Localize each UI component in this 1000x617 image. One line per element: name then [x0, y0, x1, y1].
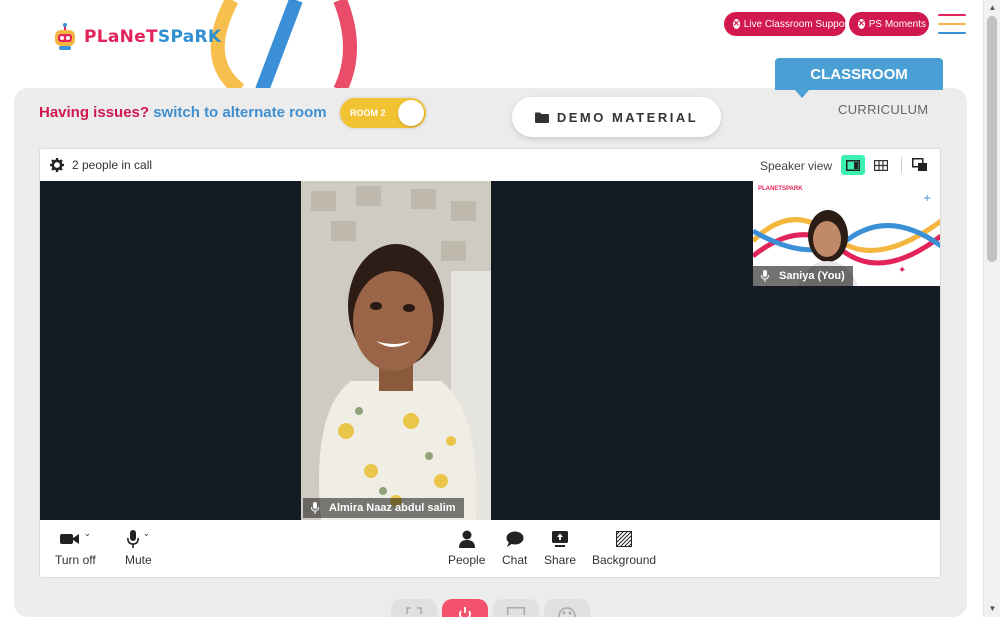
- room-toggle-label: ROOM 2: [350, 108, 386, 118]
- speaker-view-icon[interactable]: [841, 155, 865, 175]
- chat-button[interactable]: Chat: [502, 528, 527, 567]
- screen-icon: [507, 607, 525, 615]
- people-label: People: [448, 553, 486, 567]
- tab-pointer: [795, 90, 809, 98]
- people-button[interactable]: People: [448, 528, 485, 567]
- folder-icon: [534, 112, 549, 123]
- camera-toggle-button[interactable]: ⌄ Turn off: [55, 528, 96, 568]
- close-circle-icon: ✕: [858, 19, 865, 29]
- room-toggle[interactable]: ROOM 2: [340, 98, 426, 128]
- mute-label: Mute: [125, 553, 152, 567]
- call-controls-bar: ⌄ Turn off ⌄ Mute People Chat Share Back…: [40, 520, 940, 577]
- screen-share-icon: [552, 531, 569, 547]
- toolbar-divider: [901, 157, 902, 173]
- end-class-button[interactable]: [442, 599, 488, 617]
- self-participant-name-tag: Saniya (You): [753, 266, 853, 286]
- share-label: Share: [544, 553, 577, 567]
- logo-text: PLaNeTSPaRK: [84, 27, 222, 47]
- scroll-thumb[interactable]: [987, 16, 997, 262]
- call-toolbar: 2 people in call Speaker view: [40, 149, 940, 181]
- video-stage: Almira Naaz abdul salim + ✦ PLANETSPARK …: [40, 181, 940, 520]
- close-circle-icon: ✕: [733, 19, 740, 29]
- video-camera-icon: [59, 534, 79, 544]
- chat-bubble-icon: [506, 531, 524, 547]
- camera-label: Turn off: [55, 553, 96, 567]
- moments-label: PS Moments: [868, 18, 926, 30]
- picture-in-picture-icon[interactable]: [908, 155, 932, 175]
- support-label: Live Classroom Support: [743, 18, 851, 30]
- chevron-down-icon[interactable]: ⌄: [143, 528, 151, 539]
- video-call-window: 2 people in call Speaker view Almira Naa…: [39, 148, 941, 578]
- fullscreen-button[interactable]: [391, 599, 437, 617]
- toggle-knob: [398, 100, 424, 126]
- fullscreen-icon: [406, 607, 422, 614]
- ps-moments-button[interactable]: ✕ PS Moments: [849, 12, 929, 36]
- chevron-down-icon[interactable]: ⌄: [84, 528, 92, 539]
- scroll-up-icon[interactable]: ▲: [984, 2, 1000, 14]
- people-count: 2 people in call: [72, 158, 153, 172]
- self-video-tile: + ✦ PLANETSPARK Saniya (You): [753, 181, 940, 286]
- menu-hamburger-icon[interactable]: [938, 14, 966, 36]
- demo-material-label: DEMO MATERIAL: [556, 109, 699, 125]
- scroll-down-icon[interactable]: ▼: [984, 603, 1000, 615]
- tab-classroom[interactable]: CLASSROOM: [775, 58, 943, 98]
- mute-button[interactable]: ⌄ Mute: [125, 528, 152, 568]
- self-participant-name: Saniya (You): [779, 270, 845, 282]
- palette-icon: [558, 607, 576, 617]
- view-mode-label: Speaker view: [760, 159, 833, 173]
- page-scrollbar[interactable]: ▲ ▼: [983, 0, 1000, 617]
- svg-text:+: +: [923, 193, 931, 204]
- microphone-icon: [126, 530, 139, 548]
- main-participant-video: Almira Naaz abdul salim: [301, 181, 491, 520]
- background-icon: [616, 531, 633, 547]
- microphone-icon: [311, 502, 319, 514]
- gear-icon[interactable]: [50, 158, 64, 172]
- chat-label: Chat: [502, 553, 528, 567]
- planetspark-logo[interactable]: PLaNeTSPaRK: [50, 22, 221, 52]
- microphone-icon: [761, 270, 769, 282]
- svg-text:✦: ✦: [898, 265, 906, 276]
- robot-mascot-icon: [55, 23, 75, 50]
- switch-room-link[interactable]: switch to alternate room: [153, 104, 326, 121]
- tab-classroom-label: CLASSROOM: [810, 65, 908, 83]
- self-video-logo: PLANETSPARK: [758, 186, 803, 192]
- issues-question: Having issues?: [39, 104, 150, 121]
- issues-message: Having issues? switch to alternate room: [39, 104, 327, 121]
- power-icon: [459, 607, 471, 617]
- participant-video-frame: [301, 181, 491, 520]
- background-label: Background: [592, 553, 657, 567]
- background-button[interactable]: Background: [592, 528, 656, 567]
- share-button[interactable]: Share: [544, 528, 576, 567]
- activity-button[interactable]: [544, 599, 590, 617]
- whiteboard-button[interactable]: [493, 599, 539, 617]
- demo-material-button[interactable]: DEMO MATERIAL: [512, 97, 721, 137]
- main-participant-name: Almira Naaz abdul salim: [329, 502, 456, 514]
- grid-view-icon[interactable]: [869, 155, 893, 175]
- tab-curriculum[interactable]: CURRICULUM: [838, 102, 928, 117]
- main-participant-name-tag: Almira Naaz abdul salim: [303, 498, 464, 518]
- live-classroom-support-button[interactable]: ✕ Live Classroom Support: [724, 12, 850, 36]
- person-icon: [458, 530, 475, 548]
